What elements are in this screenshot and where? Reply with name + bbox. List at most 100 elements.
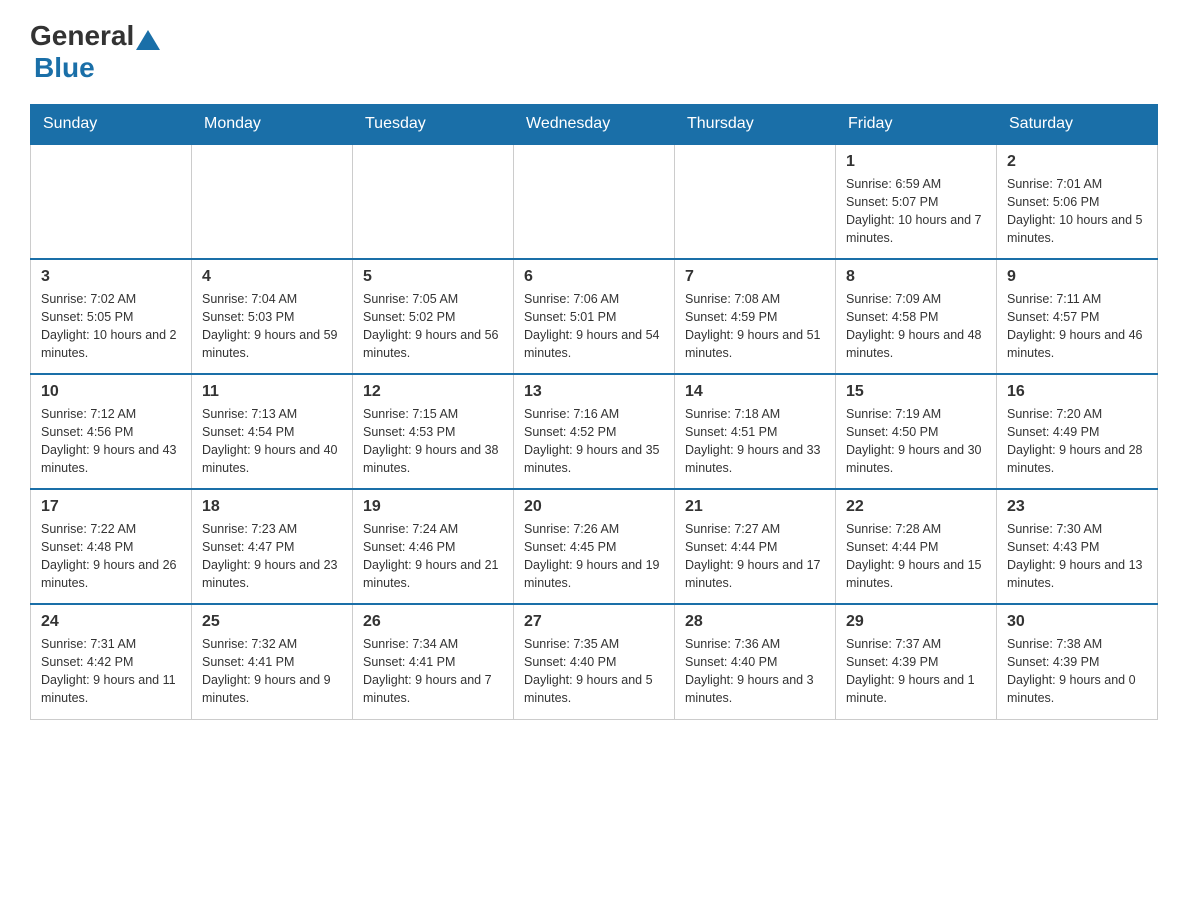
day-number: 6	[524, 268, 664, 286]
calendar-cell: 15 Sunrise: 7:19 AM Sunset: 4:50 PM Dayli…	[836, 374, 997, 489]
calendar-cell: 7 Sunrise: 7:08 AM Sunset: 4:59 PM Daylig…	[675, 259, 836, 374]
col-header-thursday: Thursday	[675, 105, 836, 145]
day-info: Sunrise: 7:11 AM Sunset: 4:57 PM Dayligh…	[1007, 290, 1147, 363]
day-number: 9	[1007, 268, 1147, 286]
day-number: 28	[685, 613, 825, 631]
day-number: 15	[846, 383, 986, 401]
calendar-cell	[31, 144, 192, 259]
calendar-cell: 8 Sunrise: 7:09 AM Sunset: 4:58 PM Daylig…	[836, 259, 997, 374]
day-number: 18	[202, 498, 342, 516]
day-info: Sunrise: 7:23 AM Sunset: 4:47 PM Dayligh…	[202, 520, 342, 593]
calendar-cell: 18 Sunrise: 7:23 AM Sunset: 4:47 PM Dayli…	[192, 489, 353, 604]
calendar-cell: 12 Sunrise: 7:15 AM Sunset: 4:53 PM Dayli…	[353, 374, 514, 489]
calendar-cell: 13 Sunrise: 7:16 AM Sunset: 4:52 PM Dayli…	[514, 374, 675, 489]
calendar-cell	[192, 144, 353, 259]
calendar-cell: 4Sunrise: 7:04 AM Sunset: 5:03 PM Daylig…	[192, 259, 353, 374]
calendar-cell: 9 Sunrise: 7:11 AM Sunset: 4:57 PM Daylig…	[997, 259, 1158, 374]
calendar-cell: 21 Sunrise: 7:27 AM Sunset: 4:44 PM Dayli…	[675, 489, 836, 604]
day-info: Sunrise: 7:18 AM Sunset: 4:51 PM Dayligh…	[685, 405, 825, 478]
calendar-cell: 22 Sunrise: 7:28 AM Sunset: 4:44 PM Dayli…	[836, 489, 997, 604]
day-info: Sunrise: 7:02 AM Sunset: 5:05 PM Dayligh…	[41, 290, 181, 363]
day-info: Sunrise: 7:08 AM Sunset: 4:59 PM Dayligh…	[685, 290, 825, 363]
day-number: 8	[846, 268, 986, 286]
day-info: Sunrise: 7:16 AM Sunset: 4:52 PM Dayligh…	[524, 405, 664, 478]
day-number: 22	[846, 498, 986, 516]
day-info: Sunrise: 7:37 AM Sunset: 4:39 PM Dayligh…	[846, 635, 986, 708]
calendar-header-row: SundayMondayTuesdayWednesdayThursdayFrid…	[31, 105, 1158, 145]
day-number: 11	[202, 383, 342, 401]
day-info: Sunrise: 7:01 AM Sunset: 5:06 PM Dayligh…	[1007, 175, 1147, 248]
day-number: 26	[363, 613, 503, 631]
day-info: Sunrise: 7:24 AM Sunset: 4:46 PM Dayligh…	[363, 520, 503, 593]
calendar-cell: 16 Sunrise: 7:20 AM Sunset: 4:49 PM Dayli…	[997, 374, 1158, 489]
calendar-cell: 17Sunrise: 7:22 AM Sunset: 4:48 PM Dayli…	[31, 489, 192, 604]
day-number: 20	[524, 498, 664, 516]
day-info: Sunrise: 7:32 AM Sunset: 4:41 PM Dayligh…	[202, 635, 342, 708]
day-info: Sunrise: 7:12 AM Sunset: 4:56 PM Dayligh…	[41, 405, 181, 478]
day-info: Sunrise: 7:30 AM Sunset: 4:43 PM Dayligh…	[1007, 520, 1147, 593]
col-header-monday: Monday	[192, 105, 353, 145]
day-number: 19	[363, 498, 503, 516]
day-number: 3	[41, 268, 181, 286]
day-info: Sunrise: 7:22 AM Sunset: 4:48 PM Dayligh…	[41, 520, 181, 593]
col-header-wednesday: Wednesday	[514, 105, 675, 145]
calendar-cell	[514, 144, 675, 259]
logo: General Blue	[30, 20, 162, 84]
calendar-cell: 26 Sunrise: 7:34 AM Sunset: 4:41 PM Dayli…	[353, 604, 514, 719]
day-number: 1	[846, 153, 986, 171]
day-info: Sunrise: 7:34 AM Sunset: 4:41 PM Dayligh…	[363, 635, 503, 708]
day-number: 10	[41, 383, 181, 401]
day-number: 24	[41, 613, 181, 631]
page-header: General Blue	[30, 20, 1158, 84]
calendar-cell: 28Sunrise: 7:36 AM Sunset: 4:40 PM Dayli…	[675, 604, 836, 719]
calendar-cell	[353, 144, 514, 259]
day-info: Sunrise: 7:28 AM Sunset: 4:44 PM Dayligh…	[846, 520, 986, 593]
calendar-table: SundayMondayTuesdayWednesdayThursdayFrid…	[30, 104, 1158, 720]
week-row-4: 17Sunrise: 7:22 AM Sunset: 4:48 PM Dayli…	[31, 489, 1158, 604]
week-row-5: 24 Sunrise: 7:31 AM Sunset: 4:42 PM Dayli…	[31, 604, 1158, 719]
calendar-cell	[675, 144, 836, 259]
logo-triangle-icon	[136, 30, 160, 50]
day-number: 25	[202, 613, 342, 631]
day-info: Sunrise: 6:59 AM Sunset: 5:07 PM Dayligh…	[846, 175, 986, 248]
calendar-cell: 11Sunrise: 7:13 AM Sunset: 4:54 PM Dayli…	[192, 374, 353, 489]
calendar-cell: 23 Sunrise: 7:30 AM Sunset: 4:43 PM Dayli…	[997, 489, 1158, 604]
col-header-tuesday: Tuesday	[353, 105, 514, 145]
week-row-1: 1 Sunrise: 6:59 AM Sunset: 5:07 PM Daylig…	[31, 144, 1158, 259]
day-number: 16	[1007, 383, 1147, 401]
day-number: 5	[363, 268, 503, 286]
week-row-3: 10 Sunrise: 7:12 AM Sunset: 4:56 PM Dayli…	[31, 374, 1158, 489]
day-info: Sunrise: 7:31 AM Sunset: 4:42 PM Dayligh…	[41, 635, 181, 708]
col-header-saturday: Saturday	[997, 105, 1158, 145]
day-number: 23	[1007, 498, 1147, 516]
calendar-cell: 10 Sunrise: 7:12 AM Sunset: 4:56 PM Dayli…	[31, 374, 192, 489]
col-header-sunday: Sunday	[31, 105, 192, 145]
day-number: 12	[363, 383, 503, 401]
day-info: Sunrise: 7:15 AM Sunset: 4:53 PM Dayligh…	[363, 405, 503, 478]
day-info: Sunrise: 7:05 AM Sunset: 5:02 PM Dayligh…	[363, 290, 503, 363]
day-info: Sunrise: 7:38 AM Sunset: 4:39 PM Dayligh…	[1007, 635, 1147, 708]
logo-general-text: General	[30, 20, 134, 52]
day-number: 7	[685, 268, 825, 286]
calendar-cell: 19 Sunrise: 7:24 AM Sunset: 4:46 PM Dayli…	[353, 489, 514, 604]
day-info: Sunrise: 7:27 AM Sunset: 4:44 PM Dayligh…	[685, 520, 825, 593]
logo-blue-text: Blue	[34, 52, 95, 83]
day-info: Sunrise: 7:09 AM Sunset: 4:58 PM Dayligh…	[846, 290, 986, 363]
day-info: Sunrise: 7:35 AM Sunset: 4:40 PM Dayligh…	[524, 635, 664, 708]
calendar-cell: 3 Sunrise: 7:02 AM Sunset: 5:05 PM Daylig…	[31, 259, 192, 374]
day-info: Sunrise: 7:19 AM Sunset: 4:50 PM Dayligh…	[846, 405, 986, 478]
day-number: 2	[1007, 153, 1147, 171]
day-number: 4	[202, 268, 342, 286]
calendar-cell: 14Sunrise: 7:18 AM Sunset: 4:51 PM Dayli…	[675, 374, 836, 489]
day-info: Sunrise: 7:20 AM Sunset: 4:49 PM Dayligh…	[1007, 405, 1147, 478]
day-number: 30	[1007, 613, 1147, 631]
col-header-friday: Friday	[836, 105, 997, 145]
day-info: Sunrise: 7:26 AM Sunset: 4:45 PM Dayligh…	[524, 520, 664, 593]
calendar-cell: 6Sunrise: 7:06 AM Sunset: 5:01 PM Daylig…	[514, 259, 675, 374]
calendar-cell: 25 Sunrise: 7:32 AM Sunset: 4:41 PM Dayli…	[192, 604, 353, 719]
calendar-cell: 30 Sunrise: 7:38 AM Sunset: 4:39 PM Dayli…	[997, 604, 1158, 719]
day-number: 13	[524, 383, 664, 401]
day-number: 21	[685, 498, 825, 516]
calendar-cell: 2 Sunrise: 7:01 AM Sunset: 5:06 PM Daylig…	[997, 144, 1158, 259]
calendar-cell: 29Sunrise: 7:37 AM Sunset: 4:39 PM Dayli…	[836, 604, 997, 719]
